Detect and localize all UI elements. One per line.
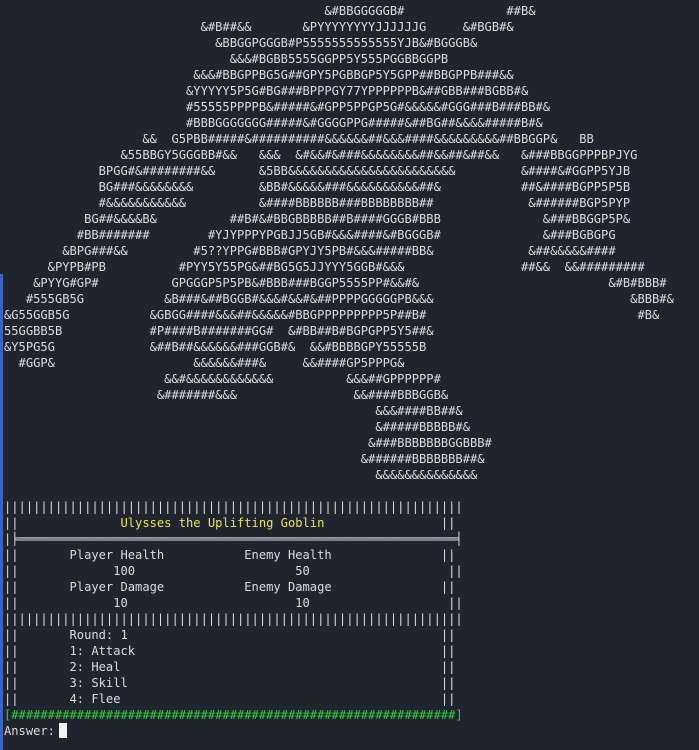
round-indicator: || Round: 1 || [4,628,456,642]
title-row-left-border: || [4,516,121,530]
terminal-left-accent-bar [0,274,3,750]
enemy-name-title: Ulysses the Uplifting Goblin [120,516,325,530]
option-attack: || 1: Attack || [4,644,456,658]
health-header-row: || Player Health Enemy Health || [4,548,456,562]
panel-top-border: ||||||||||||||||||||||||||||||||||||||||… [4,500,463,514]
option-skill: || 3: Skill || [4,676,456,690]
turn-progress-bar: [#######################################… [4,708,463,722]
option-flee: || 4: Flee || [4,692,456,706]
title-row-right-border: || [324,516,456,530]
health-values-row: || 100 50 || [4,564,463,578]
answer-label: Answer: [4,724,55,738]
title-row: || Ulysses the Uplifting Goblin || [4,515,463,531]
panel-divider: ||||||||||||||||||||||||||||||||||||||||… [4,612,463,626]
damage-header-row: || Player Damage Enemy Damage || [4,580,456,594]
title-underline: |╞══════════════════════════════════════… [4,532,463,546]
answer-prompt[interactable]: Answer: [4,723,67,739]
text-cursor[interactable] [58,723,67,738]
goblin-ascii-art: &#BBGGGGGB# ##B& &#B##&& &PYYYYYYYYJJJJJ… [4,4,674,482]
option-heal: || 2: Heal || [4,660,456,674]
battle-status-panel: ||||||||||||||||||||||||||||||||||||||||… [4,499,463,723]
damage-values-row: || 10 10 || [4,596,463,610]
